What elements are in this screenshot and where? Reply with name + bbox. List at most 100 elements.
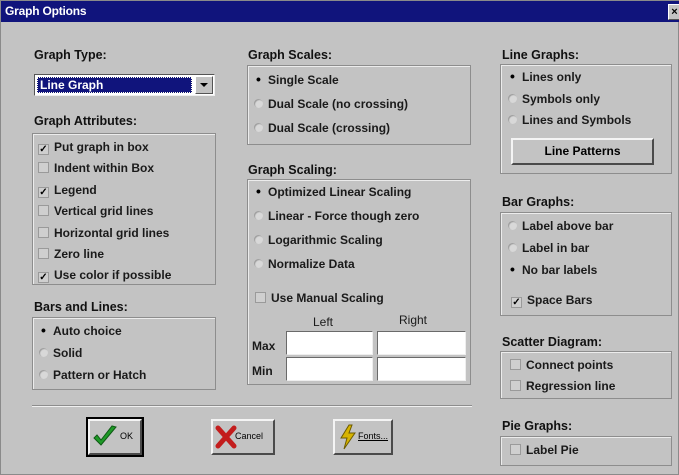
graph-attribute-checkbox[interactable]: ✓ Put graph in box	[38, 140, 149, 156]
graph-scaling-radio-label: Optimized Linear Scaling	[268, 185, 412, 199]
radio-indicator	[252, 123, 265, 135]
graph-scaling-radio[interactable]: Logarithmic Scaling	[252, 233, 383, 249]
checkbox-box	[38, 248, 49, 259]
checkbox-box	[38, 162, 49, 174]
graph-type-value: Line Graph	[40, 78, 104, 92]
graph-attribute-checkbox-label: Zero line	[54, 247, 105, 261]
radio-indicator	[252, 211, 265, 223]
bars-lines-radio-label: Solid	[53, 346, 83, 360]
radio-indicator	[506, 243, 519, 255]
min-left-input[interactable]	[286, 357, 373, 381]
radio-indicator	[37, 370, 50, 382]
bar-graph-radio[interactable]: Label above bar	[506, 219, 613, 235]
use-manual-scaling-label: Use Manual Scaling	[271, 291, 384, 305]
close-button[interactable]: ×	[668, 4, 679, 20]
min-right-input[interactable]	[377, 357, 466, 381]
bar-graph-radio-label: No bar labels	[522, 263, 598, 277]
line-patterns-button[interactable]: Line Patterns	[511, 138, 654, 165]
cancel-label: Cancel	[235, 431, 264, 441]
radio-indicator	[506, 263, 519, 277]
bar-graph-radio[interactable]: Label in bar	[506, 241, 589, 257]
checkbox-box	[510, 380, 521, 391]
graph-attribute-checkbox-label: Vertical grid lines	[54, 204, 154, 219]
ok-button[interactable]: OK	[86, 417, 144, 457]
scatter-checkbox-label: Regression line	[526, 379, 616, 393]
chevron-down-icon	[200, 83, 208, 87]
radio-indicator	[506, 94, 519, 106]
scatter-checkbox[interactable]: Connect points	[510, 358, 613, 374]
line-graph-radio[interactable]: Lines only	[506, 70, 581, 86]
graph-attribute-checkbox-label: Horizontal grid lines	[54, 225, 170, 240]
graph-scale-radio[interactable]: Dual Scale (crossing)	[252, 121, 390, 137]
checkbox-box: ✓	[38, 272, 49, 284]
radio-indicator	[252, 185, 265, 199]
graph-attribute-checkbox[interactable]: ✓ Use color if possible	[38, 268, 171, 284]
bars-and-lines-label: Bars and Lines:	[34, 300, 128, 314]
bars-lines-radio-label: Auto choice	[53, 324, 122, 338]
bars-lines-radio[interactable]: Auto choice	[37, 324, 122, 340]
bars-lines-radio[interactable]: Pattern or Hatch	[37, 368, 146, 384]
graph-scaling-radio[interactable]: Linear - Force though zero	[252, 209, 419, 225]
check-icon	[93, 425, 117, 446]
fonts-button[interactable]: Fonts...	[333, 419, 393, 455]
bar-graph-radio[interactable]: No bar labels	[506, 263, 597, 279]
space-bars-checkbox[interactable]: ✓ Space Bars	[511, 293, 592, 309]
bar-graphs-label: Bar Graphs:	[502, 195, 575, 209]
graph-scaling-radio-label: Normalize Data	[268, 257, 355, 271]
radio-indicator	[252, 259, 265, 271]
radio-indicator	[252, 73, 265, 87]
scatter-diagram-label: Scatter Diagram:	[502, 335, 603, 349]
graph-scaling-radio-label: Logarithmic Scaling	[268, 233, 383, 247]
checkbox-box	[255, 292, 266, 303]
right-column-label: Right	[399, 313, 428, 327]
red-x-icon	[215, 425, 237, 449]
ok-label: OK	[120, 431, 134, 441]
line-graphs-label: Line Graphs:	[502, 48, 580, 62]
bars-lines-radio-label: Pattern or Hatch	[53, 368, 147, 382]
graph-type-select[interactable]: Line Graph	[34, 74, 215, 96]
dropdown-button[interactable]	[195, 76, 213, 94]
line-graph-radio[interactable]: Symbols only	[506, 92, 600, 108]
cancel-button[interactable]: Cancel	[211, 419, 275, 455]
label-pie-label: Label Pie	[526, 443, 579, 457]
graph-attributes-label: Graph Attributes:	[34, 114, 138, 128]
use-manual-scaling-checkbox[interactable]: Use Manual Scaling	[255, 291, 384, 307]
graph-attribute-checkbox[interactable]: Vertical grid lines	[38, 204, 153, 220]
max-row-label: Max	[252, 339, 276, 353]
space-bars-label: Space Bars	[527, 293, 593, 307]
bar-graph-radio-label: Label above bar	[522, 219, 614, 233]
graph-scales-label: Graph Scales:	[248, 48, 333, 62]
graph-scaling-radio[interactable]: Normalize Data	[252, 257, 355, 273]
lightning-icon	[340, 424, 356, 450]
radio-indicator	[506, 70, 519, 84]
graph-attribute-checkbox[interactable]: ✓ Legend	[38, 183, 97, 199]
checkbox-box: ✓	[38, 144, 49, 155]
max-right-input[interactable]	[377, 331, 466, 355]
left-column-label: Left	[313, 315, 334, 329]
scatter-checkbox[interactable]: Regression line	[510, 379, 615, 395]
checkbox-box: ✓	[511, 297, 522, 308]
graph-scale-radio[interactable]: Dual Scale (no crossing)	[252, 97, 408, 113]
graph-attribute-checkbox[interactable]: Horizontal grid lines	[38, 226, 169, 242]
checkbox-box	[510, 444, 521, 455]
line-graph-radio-label: Lines only	[522, 70, 582, 84]
window-title: Graph Options	[5, 4, 87, 18]
graph-scale-radio[interactable]: Single Scale	[252, 73, 339, 89]
label-pie-checkbox[interactable]: Label Pie	[510, 443, 579, 459]
graph-scaling-radio[interactable]: Optimized Linear Scaling	[252, 185, 411, 201]
bars-lines-radio[interactable]: Solid	[37, 346, 82, 362]
min-row-label: Min	[252, 364, 273, 378]
graph-attribute-checkbox-label: Put graph in box	[54, 140, 149, 154]
pie-graphs-label: Pie Graphs:	[502, 419, 573, 433]
line-graph-radio[interactable]: Lines and Symbols	[506, 113, 631, 129]
title-bar[interactable]: Graph Options ×	[1, 1, 679, 22]
graph-scaling-radio-label: Linear - Force though zero	[268, 209, 420, 223]
graph-attribute-checkbox-label: Legend	[54, 182, 97, 197]
graph-scale-radio-label: Dual Scale (crossing)	[268, 121, 391, 135]
graph-attribute-checkbox[interactable]: Indent within Box	[38, 161, 154, 177]
bar-graph-radio-label: Label in bar	[522, 241, 590, 255]
graph-attribute-checkbox[interactable]: Zero line	[38, 247, 104, 263]
graph-type-label: Graph Type:	[34, 48, 107, 62]
max-left-input[interactable]	[286, 331, 373, 355]
checkbox-box: ✓	[38, 186, 49, 198]
